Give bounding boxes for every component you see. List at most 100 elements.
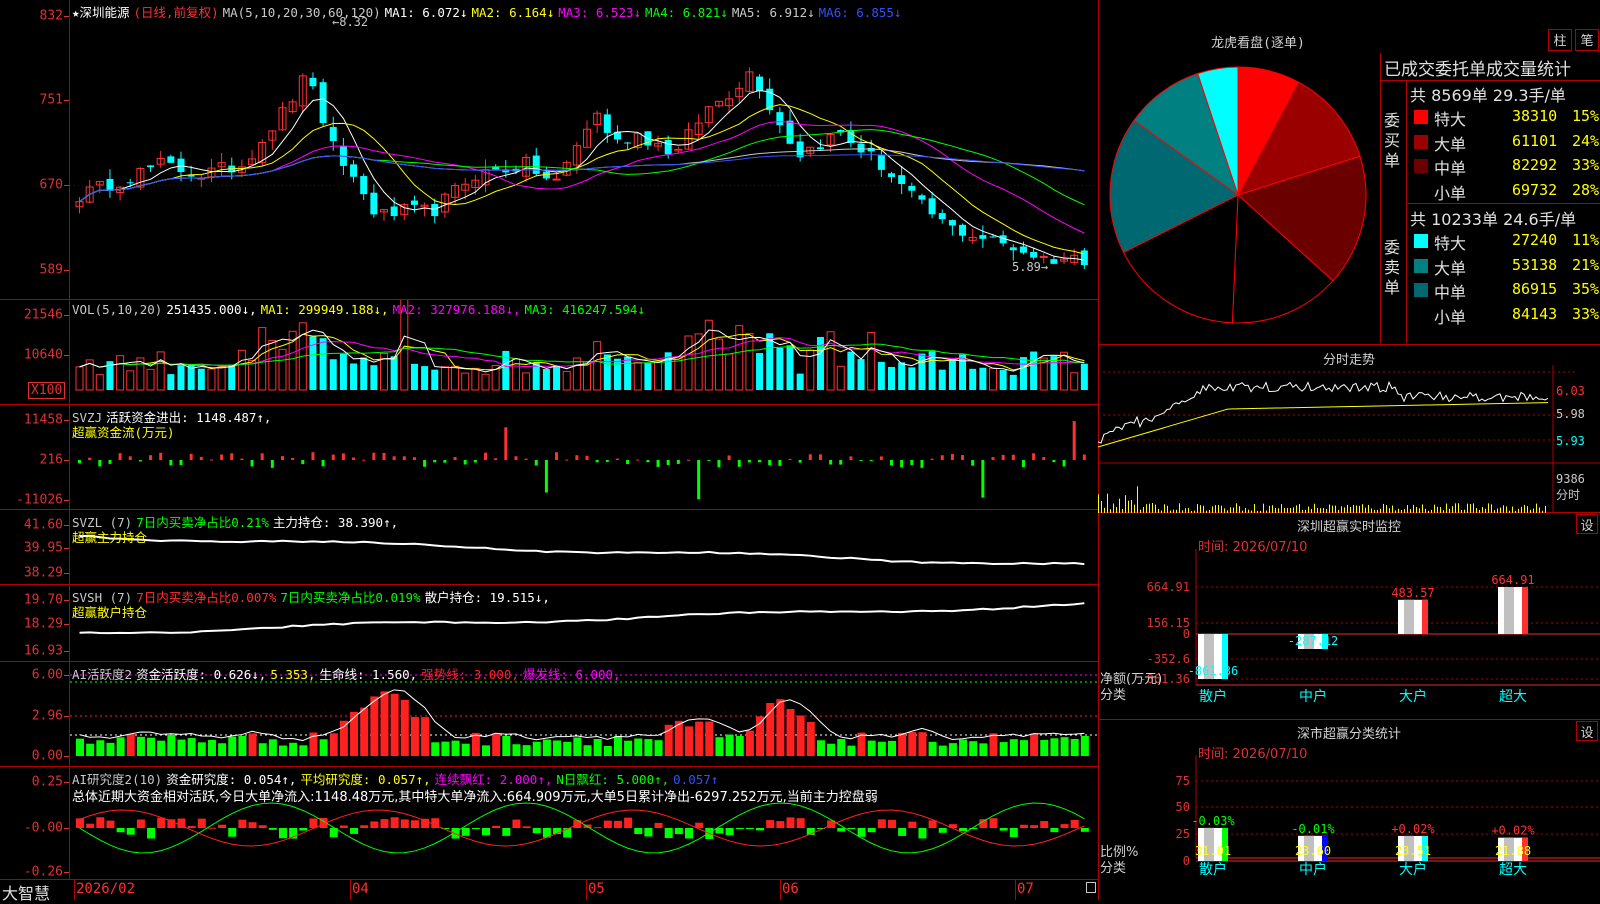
monitor-panel[interactable]: 深圳超赢实时监控 设 时间: 2026/07/10 664.91 156.15 0-… — [1098, 513, 1600, 720]
svsh-axis: 19.70 18.29 16.93 — [0, 585, 70, 661]
research-bar — [400, 819, 409, 828]
ma-line — [79, 104, 1085, 255]
fund-flow-bar — [138, 460, 142, 462]
order-pie-chart[interactable] — [1098, 55, 1378, 335]
date-axis-bar[interactable]: 大智慧 2026/02 04 05 06 07 — [0, 880, 1098, 903]
intraday-volume-bar — [1455, 503, 1456, 513]
axis-tick-label: -0.00 — [23, 820, 63, 836]
research-bar — [228, 828, 237, 837]
research-bar — [492, 825, 501, 828]
intraday-axis-label: 5.93 — [1556, 434, 1585, 448]
intraday-chart[interactable]: 6.03 5.98 5.93 9386 分时 — [1098, 365, 1600, 513]
volume-bar — [350, 363, 358, 390]
monitor-settings-button[interactable]: 设 — [1576, 514, 1598, 534]
classify-panel[interactable]: 深市超赢分类统计 设 时间: 2026/07/10 75 50 25 0 -0.03% 3… — [1098, 720, 1600, 900]
intraday-volume-bar — [1347, 504, 1348, 513]
activity-bar — [471, 732, 480, 756]
ai-activity-panel[interactable]: 6.00 2.96 0.00 AI活跃度2 资金活跃度: 0.626↓, 5.353, 生… — [0, 662, 1098, 767]
volume-bar — [156, 351, 165, 391]
intraday-volume-bar — [1269, 505, 1270, 513]
research-bar — [745, 828, 754, 830]
activity-bar — [400, 699, 409, 756]
activity-bar — [766, 702, 775, 756]
research-bar — [685, 828, 693, 839]
intraday-volume-bar — [1329, 504, 1330, 513]
candle-down — [888, 173, 895, 177]
fund-flow-bar — [707, 460, 711, 461]
tick-mode-button[interactable]: 笔 — [1575, 29, 1599, 51]
classify-settings-button[interactable]: 设 — [1576, 721, 1598, 741]
indicator-header-item: 散户持仓: 19.515↓, — [424, 590, 550, 605]
svsh-subtitle: 超赢散户持仓 — [72, 605, 148, 620]
research-bar — [796, 818, 805, 828]
svzl-panel[interactable]: 41.60 39.95 38.29 SVZL (7) 7日内买卖净占比0.21% 主力持… — [0, 510, 1098, 585]
monitor-bar-chart[interactable]: 664.91156.150-352.6-861.36-861.36散户-287.… — [1098, 549, 1600, 719]
stats-top-line — [1380, 80, 1600, 81]
bar-mode-button[interactable]: 柱 — [1548, 29, 1572, 51]
volume-bar — [542, 369, 550, 390]
fund-flow-bar — [900, 460, 904, 468]
classify-title: 深市超赢分类统计 — [1296, 727, 1401, 742]
activity-bar — [705, 721, 714, 756]
axis-tick-label: 751 — [39, 92, 63, 108]
fund-flow-bar — [666, 460, 670, 465]
activity-bar — [279, 745, 287, 756]
fund-flow-bar — [220, 454, 224, 460]
volume-bar — [187, 365, 195, 390]
lock-icon[interactable] — [1086, 882, 1096, 893]
fund-flow-bar — [524, 458, 528, 460]
fund-flow-bar — [991, 457, 995, 460]
volume-bar — [1050, 356, 1058, 390]
intraday-volume-label: 分时 — [1556, 488, 1580, 502]
order-percent-value: 28% — [1572, 180, 1600, 199]
date-tick-mark — [350, 880, 351, 900]
ai-research-axis: 0.25 -0.00 -0.26 — [0, 767, 70, 880]
svzj-panel[interactable]: 11458 216 -11026 SVZJ 活跃资金进出: 1148.487↑, 超赢… — [0, 405, 1098, 510]
volume-bar — [431, 369, 439, 390]
brand-label: 大智慧 — [2, 884, 51, 903]
research-bar — [999, 828, 1008, 831]
sell-total: 共 10233单 24.6手/单 — [1410, 210, 1577, 229]
activity-bar — [329, 733, 338, 756]
candle-down — [350, 164, 358, 177]
research-bar — [1060, 824, 1069, 828]
ai-research-panel[interactable]: 0.25 -0.00 -0.26 AI研究度2(10) 资金研究度: 0.054↑, 平… — [0, 767, 1098, 880]
order-volume-value: 84143 — [1512, 304, 1558, 323]
research-bar — [1019, 824, 1028, 828]
classify-bar-chart[interactable]: 75 50 25 0 -0.03% 31.01 散户 -0.01% 23.60 中户 +0.02% 2… — [1098, 755, 1600, 900]
candle-down — [776, 112, 784, 126]
intraday-volume-bar — [1164, 504, 1165, 513]
axis-tick-mark — [64, 100, 69, 101]
volume-unit[interactable]: X100 — [28, 382, 66, 399]
research-bar — [857, 828, 866, 837]
fund-flow-bar — [717, 460, 721, 468]
intraday-volume-bar — [1386, 505, 1387, 513]
svsh-panel[interactable]: 19.70 18.29 16.93 SVSH (7) 7日内买卖净占比0.007% 7日… — [0, 585, 1098, 662]
indicator-header-item: 7日内买卖净占比0.019% — [280, 590, 421, 605]
price-panel[interactable]: 832 751 670 589 ←8.32 5.89→ ★深圳能源 (日线,前复权) MA(… — [0, 0, 1098, 300]
research-bar — [766, 820, 775, 828]
date-tick-label: 04 — [352, 881, 369, 897]
bar-category-label: 散户 — [1199, 861, 1227, 878]
activity-line — [79, 689, 1085, 742]
indicator-header-item: 5.353, — [270, 667, 316, 682]
intraday-volume-bar — [1545, 505, 1546, 513]
research-bar — [136, 819, 145, 828]
research-bar — [512, 819, 521, 828]
intraday-volume-bar — [1524, 504, 1525, 513]
stats-mid-line — [1406, 203, 1600, 204]
sell-order-row: 小单 84143 33% — [1406, 303, 1600, 327]
activity-bar — [603, 745, 612, 756]
stock-title[interactable]: ★深圳能源 — [72, 5, 130, 20]
candlestick-chart[interactable]: ←8.325.89→ — [70, 0, 1098, 300]
candle-down — [796, 141, 804, 158]
intraday-volume-bar — [1359, 505, 1360, 513]
volume-bar — [989, 367, 997, 391]
candle-down — [390, 206, 398, 217]
intraday-panel[interactable]: 分时走势 6.03 5.98 5.93 9386 分时 — [1098, 345, 1600, 513]
volume-bar — [1009, 374, 1017, 390]
volume-panel[interactable]: 21546 10640 VOL(5,10,20) 251435.000↓, MA1: … — [0, 300, 1098, 405]
fund-flow-bar — [920, 460, 924, 468]
intraday-axis-label: 6.03 — [1556, 384, 1585, 398]
volume-bar — [177, 365, 185, 390]
